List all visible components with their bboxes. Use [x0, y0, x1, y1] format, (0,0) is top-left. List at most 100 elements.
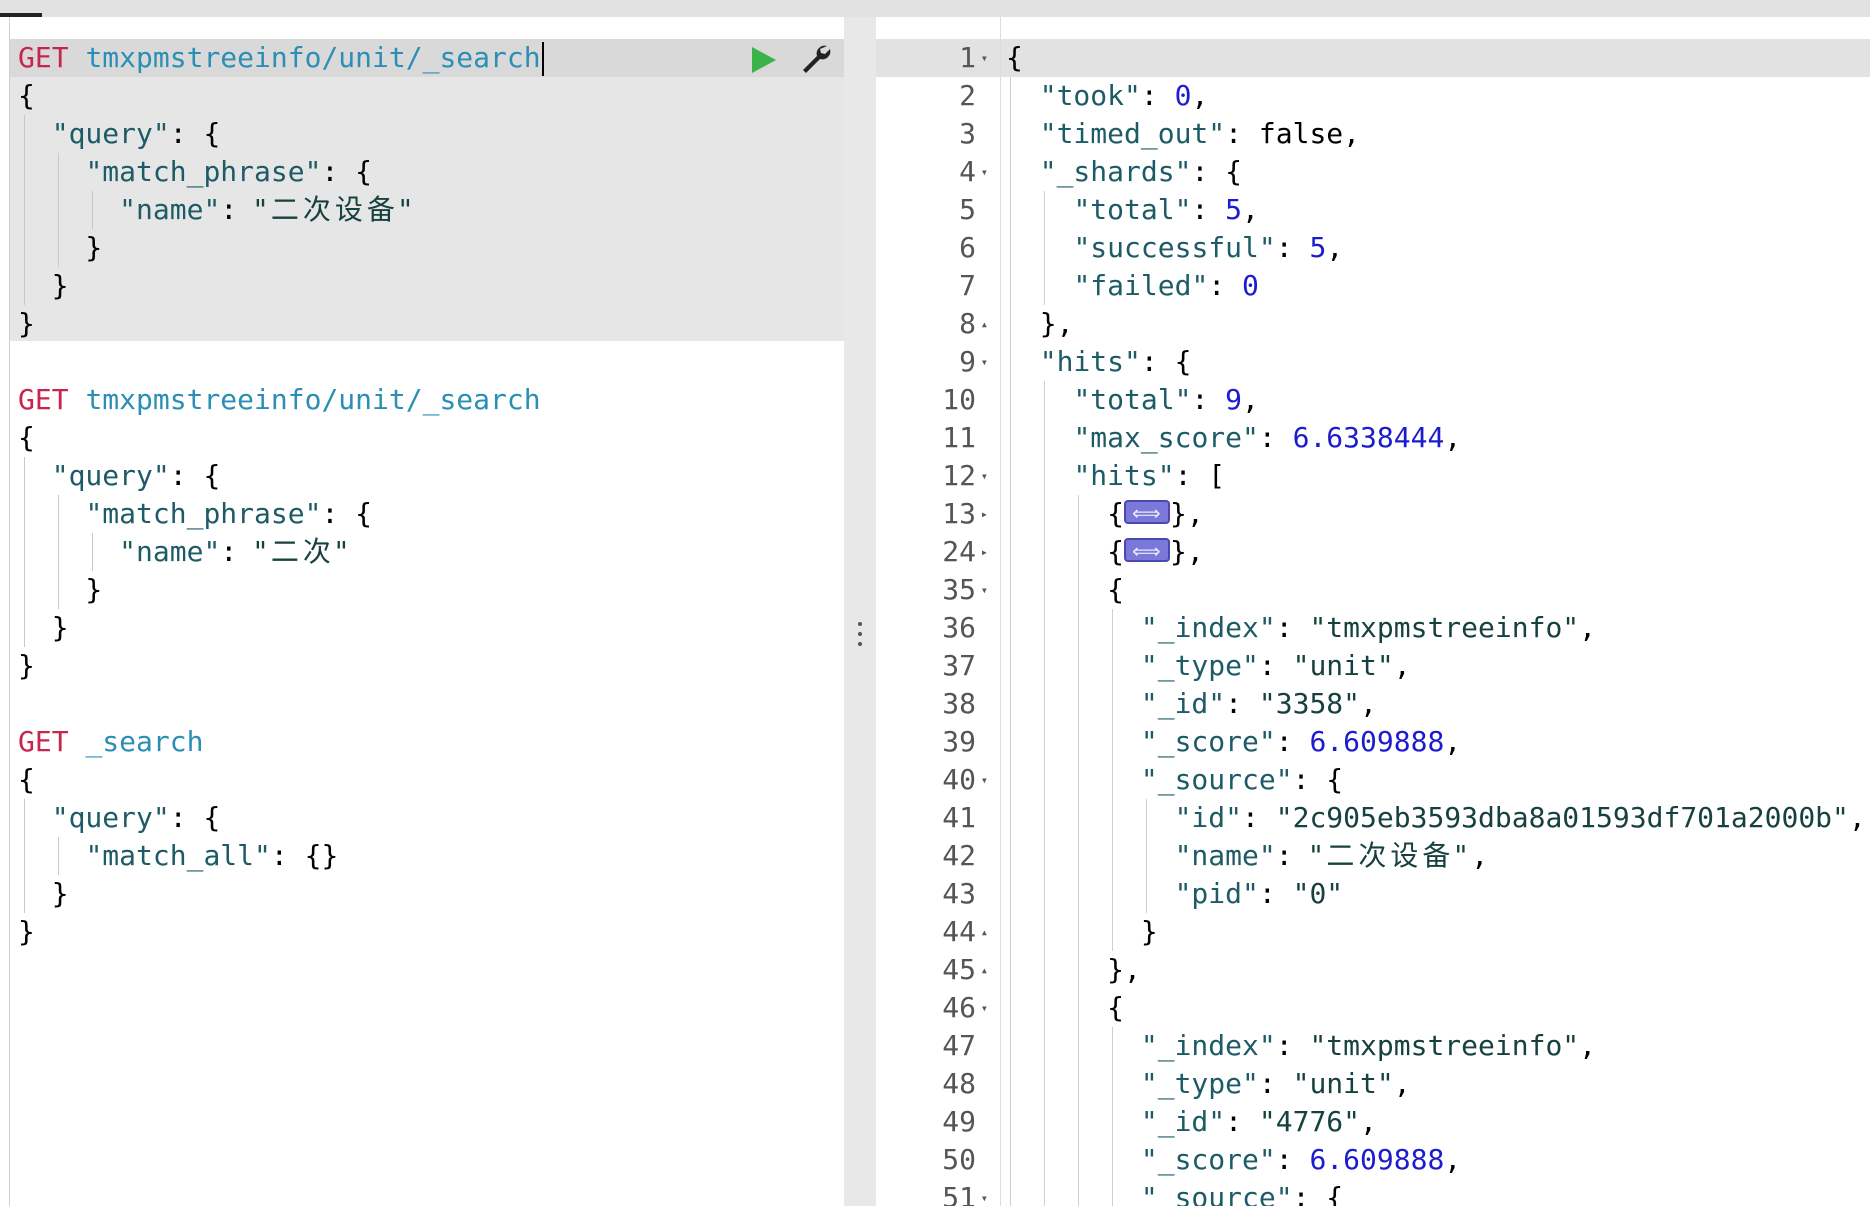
- line-number-text: 4: [959, 155, 976, 188]
- line-number: 4 ▾: [876, 153, 988, 191]
- response-viewer[interactable]: 1 ▾{2 "took": 0, 3 "timed_out": false, 4 ▾ "…: [876, 17, 1870, 1206]
- request-line[interactable]: GET tmxpmstreeinfo/unit/_search: [18, 39, 544, 77]
- request-line[interactable]: GET tmxpmstreeinfo/unit/_search: [18, 381, 541, 419]
- response-line: "_type": "unit",: [1140, 649, 1411, 682]
- play-icon[interactable]: [748, 45, 778, 75]
- fold-toggle-icon[interactable]: ▾: [981, 1179, 988, 1206]
- request-body-line[interactable]: "name": "二次": [18, 533, 352, 571]
- line-number: 46 ▾: [876, 989, 988, 1027]
- fold-toggle-icon[interactable]: ▾: [981, 989, 988, 1027]
- line-number-text: 6: [959, 231, 976, 264]
- fold-toggle-icon[interactable]: ▸: [981, 533, 988, 571]
- fold-toggle-icon[interactable]: ▾: [981, 153, 988, 191]
- line-number-text: 50: [942, 1143, 976, 1176]
- line-number: 35 ▾: [876, 571, 988, 609]
- line-number: 13 ▸: [876, 495, 988, 533]
- request-body-line[interactable]: "query": {: [18, 799, 221, 837]
- line-number-text: 41: [942, 801, 976, 834]
- request-body-line[interactable]: }: [18, 571, 102, 609]
- line-number-text: 7: [959, 269, 976, 302]
- gutter-border: [1000, 17, 1001, 1206]
- request-body-line[interactable]: {: [18, 77, 35, 115]
- request-body-line[interactable]: }: [18, 647, 35, 685]
- line-number-text: 46: [942, 991, 976, 1024]
- request-body-line[interactable]: {: [18, 419, 35, 457]
- response-line: },: [1006, 953, 1141, 986]
- fold-toggle-icon[interactable]: ▾: [981, 761, 988, 799]
- fold-toggle-icon[interactable]: ▸: [981, 495, 988, 533]
- response-line: "_source": {: [1140, 763, 1344, 796]
- request-body-line[interactable]: }: [18, 875, 69, 913]
- collapsed-object-icon[interactable]: [1124, 532, 1171, 570]
- line-number-text: 5: [959, 193, 976, 226]
- request-method: GET: [18, 383, 69, 416]
- line-number: 24 ▸: [876, 533, 988, 571]
- line-number-text: 37: [942, 649, 976, 682]
- request-body-line[interactable]: }: [18, 305, 35, 343]
- line-number: 50: [876, 1141, 988, 1179]
- response-line: },: [1006, 307, 1074, 340]
- fold-toggle-icon[interactable]: ▴: [981, 305, 988, 343]
- line-number: 45 ▴: [876, 951, 988, 989]
- indent-guide: [1044, 381, 1045, 1206]
- line-number-text: 10: [942, 383, 976, 416]
- fold-toggle-icon[interactable]: ▾: [981, 39, 988, 77]
- indent-guide: [1010, 77, 1011, 1206]
- line-number: 3: [876, 115, 988, 153]
- request-url: _search: [85, 725, 204, 758]
- request-body-line[interactable]: "name": "二次设备": [18, 191, 416, 229]
- request-body-line[interactable]: }: [18, 229, 102, 267]
- indent-guide: [58, 495, 59, 609]
- line-number: 6: [876, 229, 988, 267]
- indent-guide: [1146, 799, 1147, 913]
- line-number-text: 51: [942, 1181, 976, 1206]
- request-body-line[interactable]: "query": {: [18, 115, 221, 153]
- response-line: "_id": "4776",: [1140, 1105, 1377, 1138]
- line-number-text: 8: [959, 307, 976, 340]
- indent-guide: [58, 837, 59, 875]
- fold-toggle-icon[interactable]: ▴: [981, 951, 988, 989]
- indent-guide: [1112, 1027, 1113, 1206]
- request-body-line[interactable]: }: [18, 913, 35, 951]
- line-number-text: 9: [959, 345, 976, 378]
- request-body-line[interactable]: }: [18, 267, 69, 305]
- indent-guide: [24, 457, 25, 647]
- response-line: "took": 0,: [1039, 79, 1209, 112]
- indent-guide: [1044, 191, 1045, 305]
- response-line: "id": "2c905eb3593dba8a01593df701a2000b"…: [1174, 801, 1866, 834]
- fold-toggle-icon[interactable]: ▾: [981, 457, 988, 495]
- response-line: "timed_out": false,: [1039, 117, 1361, 150]
- request-body-line[interactable]: "query": {: [18, 457, 221, 495]
- line-number: 40 ▾: [876, 761, 988, 799]
- indent-guide: [1078, 495, 1079, 1206]
- indent-guide: [58, 153, 59, 267]
- response-line: "_index": "tmxpmstreeinfo",: [1140, 611, 1597, 644]
- fold-toggle-icon[interactable]: ▾: [981, 343, 988, 381]
- line-number: 43: [876, 875, 988, 913]
- line-number: 9 ▾: [876, 343, 988, 381]
- request-body-line[interactable]: "match_phrase": {: [18, 495, 372, 533]
- request-body-line[interactable]: "match_all": {}: [18, 837, 338, 875]
- fold-toggle-icon[interactable]: ▾: [981, 571, 988, 609]
- line-number-text: 24: [942, 535, 976, 568]
- line-number: 36: [876, 609, 988, 647]
- line-number: 37: [876, 647, 988, 685]
- response-line: "_score": 6.609888,: [1140, 1143, 1462, 1176]
- line-number: 44 ▴: [876, 913, 988, 951]
- collapsed-object-icon[interactable]: [1124, 494, 1171, 532]
- request-body-line[interactable]: {: [18, 761, 35, 799]
- response-line: "pid": "0": [1174, 877, 1344, 910]
- fold-toggle-icon[interactable]: ▴: [981, 913, 988, 951]
- pane-splitter[interactable]: [844, 17, 876, 1206]
- response-line: {: [1006, 991, 1125, 1024]
- wrench-icon[interactable]: [800, 43, 832, 75]
- request-body-line[interactable]: "match_phrase": {: [18, 153, 372, 191]
- line-number: 38: [876, 685, 988, 723]
- request-body-line[interactable]: }: [18, 609, 69, 647]
- request-editor[interactable]: GET tmxpmstreeinfo/unit/_search{ "query"…: [0, 17, 844, 1206]
- line-number: 48: [876, 1065, 988, 1103]
- line-number-text: 42: [942, 839, 976, 872]
- request-method: GET: [18, 41, 69, 74]
- line-number-text: 12: [942, 459, 976, 492]
- request-line[interactable]: GET _search: [18, 723, 203, 761]
